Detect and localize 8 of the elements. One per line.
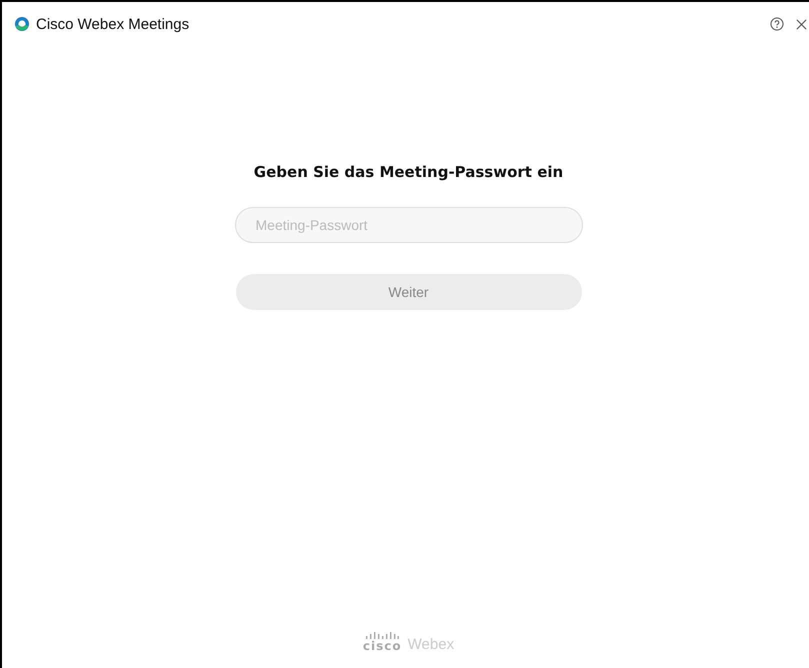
close-icon[interactable] (796, 18, 807, 30)
app-logo-icon (14, 16, 30, 32)
help-icon[interactable] (770, 17, 784, 31)
dialog-heading: Geben Sie das Meeting-Passwort ein (254, 163, 564, 181)
window-title: Cisco Webex Meetings (36, 16, 190, 32)
password-field[interactable]: Meeting-Passwort (234, 207, 582, 243)
brand-name: cisco (362, 640, 402, 652)
bars-icon (366, 632, 399, 640)
